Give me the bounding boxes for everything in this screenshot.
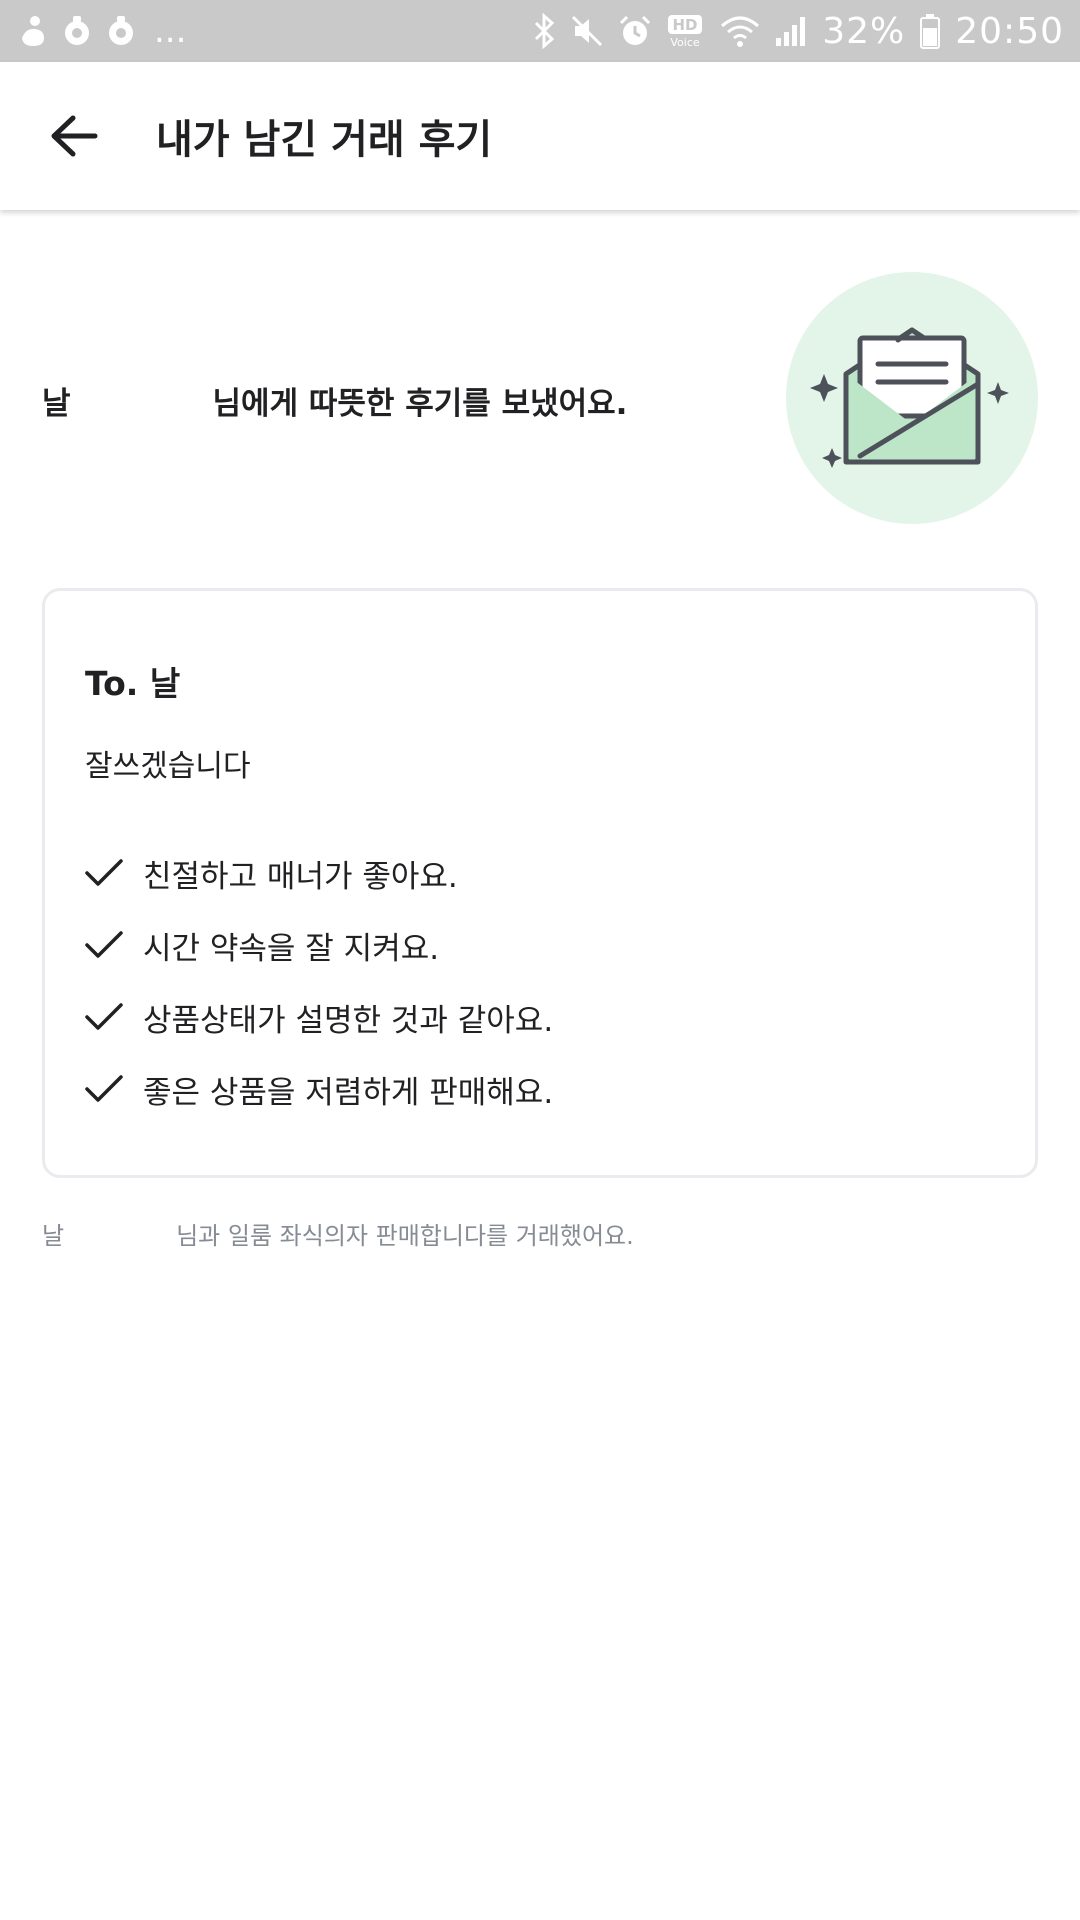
hd-label: HD xyxy=(673,16,698,34)
status-bar: ... HD Voice 32% 20:50 xyxy=(0,0,1080,62)
summary-text: 님에게 따뜻한 후기를 보냈어요. xyxy=(212,386,628,422)
checkmark-icon xyxy=(85,859,123,886)
hd-voice-icon: HD Voice xyxy=(666,14,706,48)
review-card: To. 날 잘쓰겠습니다 친절하고 매너가 좋아요. 시간 약속을 잘 지켜요.… xyxy=(42,588,1038,1178)
list-item: 좋은 상품을 저렴하게 판매해요. xyxy=(85,1053,553,1125)
review-recipient: To. 날 xyxy=(85,664,181,703)
open-envelope-letter-icon xyxy=(786,272,1038,524)
list-item: 상품상태가 설명한 것과 같아요. xyxy=(85,981,553,1053)
hand-notification-icon xyxy=(18,14,48,48)
review-summary: 날 님에게 따뜻한 후기를 보냈어요. xyxy=(42,378,762,423)
review-checklist: 친절하고 매너가 좋아요. 시간 약속을 잘 지켜요. 상품상태가 설명한 것과… xyxy=(85,837,553,1125)
list-item: 친절하고 매너가 좋아요. xyxy=(85,837,553,909)
bluetooth-icon xyxy=(532,13,556,49)
more-notifications-indicator: ... xyxy=(154,11,187,51)
voice-label: Voice xyxy=(671,36,701,48)
back-button[interactable] xyxy=(36,98,112,174)
review-item-label: 친절하고 매너가 좋아요. xyxy=(143,858,458,895)
partner-name: 날 xyxy=(42,1222,65,1250)
clock: 20:50 xyxy=(955,10,1064,52)
transaction-text: 님과 일룸 좌식의자 판매합니다를 거래했어요. xyxy=(176,1222,634,1250)
checkmark-icon xyxy=(85,1075,123,1102)
review-item-label: 상품상태가 설명한 것과 같아요. xyxy=(143,1002,554,1039)
list-item: 시간 약속을 잘 지켜요. xyxy=(85,909,553,981)
review-item-label: 좋은 상품을 저렴하게 판매해요. xyxy=(143,1074,554,1111)
alarm-icon xyxy=(618,14,652,48)
checkmark-icon xyxy=(85,931,123,958)
recipient-name: 날 xyxy=(42,386,71,422)
app-notification-icon xyxy=(62,14,92,48)
arrow-left-icon xyxy=(51,115,98,157)
battery-percent: 32% xyxy=(822,10,906,52)
status-left: ... xyxy=(18,11,186,51)
status-right: HD Voice 32% 20:50 xyxy=(532,11,1064,52)
battery-icon xyxy=(919,13,941,49)
page-title: 내가 남긴 거래 후기 xyxy=(156,117,493,163)
app-bar: 내가 남긴 거래 후기 xyxy=(0,62,1080,210)
app-notification-icon xyxy=(106,14,136,48)
wifi-icon xyxy=(720,14,760,48)
checkmark-icon xyxy=(85,1003,123,1030)
review-item-label: 시간 약속을 잘 지켜요. xyxy=(143,930,440,967)
review-message: 잘쓰겠습니다 xyxy=(85,749,251,784)
mute-icon xyxy=(570,14,604,48)
transaction-note: 날 님과 일룸 좌식의자 판매합니다를 거래했어요. xyxy=(42,1216,634,1251)
signal-icon xyxy=(774,14,808,48)
